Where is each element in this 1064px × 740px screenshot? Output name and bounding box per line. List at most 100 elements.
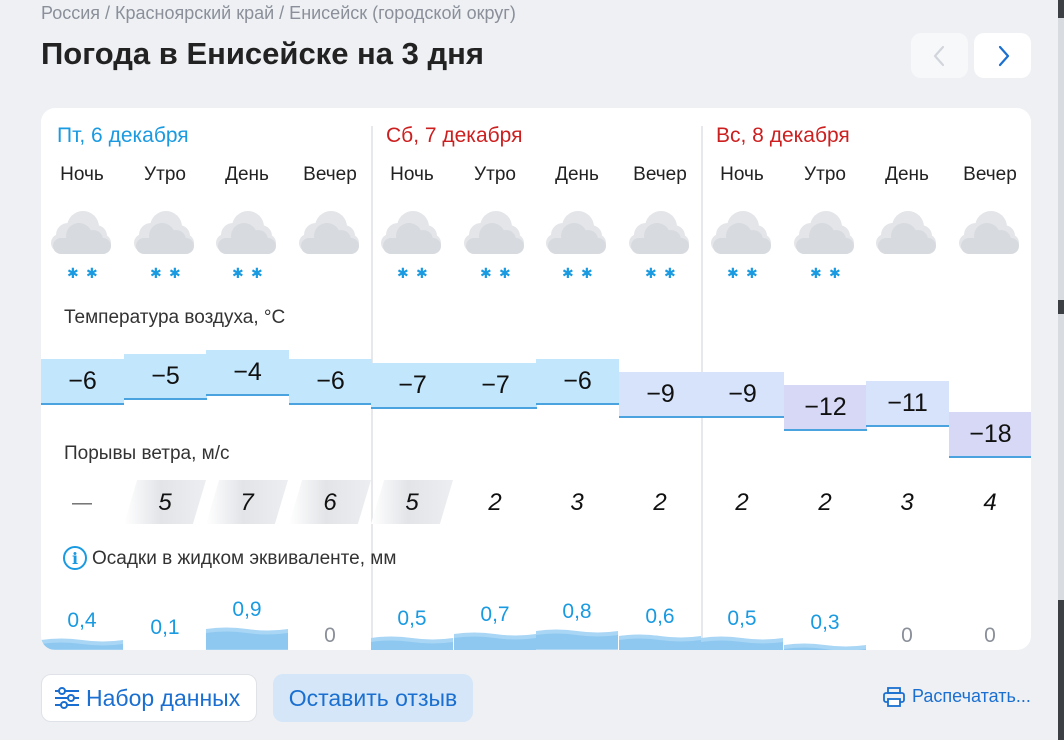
svg-text:✱: ✱: [232, 266, 244, 280]
precip-value: 0,4: [67, 609, 97, 633]
daypart-label: День: [225, 164, 269, 185]
daypart-label: Вечер: [633, 164, 687, 185]
svg-text:✱: ✱: [581, 266, 593, 280]
precip-bar: [124, 644, 206, 650]
daypart-label: Утро: [474, 164, 516, 185]
prev-period-button[interactable]: [911, 33, 968, 78]
cloud-snow-icon: ✱ ✱: [206, 200, 288, 282]
feedback-button[interactable]: Оставить отзыв: [273, 674, 473, 722]
daypart-label: Вечер: [303, 164, 357, 185]
daypart-label: Утро: [804, 164, 846, 185]
next-period-button[interactable]: [974, 33, 1031, 78]
precip-bar: [371, 635, 453, 650]
cloud-snow-icon: ✱ ✱: [454, 200, 536, 282]
page-scrollbar[interactable]: [1058, 0, 1064, 740]
print-link[interactable]: Распечатать...: [883, 686, 1031, 707]
precip-value: 0: [984, 624, 996, 647]
page-title: Погода в Енисейске на 3 дня: [41, 36, 484, 71]
precip-value: 0,3: [810, 611, 840, 635]
dataset-button[interactable]: Набор данных: [41, 674, 257, 722]
svg-text:✱: ✱: [169, 266, 181, 280]
precip-bar: [41, 637, 123, 650]
chevron-right-icon: [998, 45, 1009, 66]
temperature-value: −6: [68, 366, 97, 395]
daypart-label: Ночь: [60, 164, 104, 185]
daypart-label: День: [555, 164, 599, 185]
precip-bar: [206, 626, 288, 650]
svg-text:✱: ✱: [829, 266, 841, 280]
daypart-label: Ночь: [720, 164, 764, 185]
wind-gust-value: 3: [570, 489, 584, 516]
wind-gust-value: 4: [983, 489, 997, 516]
breadcrumb[interactable]: Россия / Красноярский край / Енисейск (г…: [41, 3, 516, 24]
precip-bar: [454, 631, 536, 650]
temperature-section-title: Температура воздуха, °C: [64, 307, 286, 328]
cloud-snow-icon: ✱ ✱: [701, 200, 783, 282]
cloud-snow-icon: ✱ ✱: [536, 200, 618, 282]
day-header-1: Пт, 6 декабря: [57, 124, 189, 147]
sliders-icon: [55, 687, 79, 709]
printer-icon: [883, 686, 905, 707]
temperature-value: −18: [969, 419, 1012, 448]
daypart-label: Ночь: [390, 164, 434, 185]
daypart-label: Утро: [144, 164, 186, 185]
precip-bar: [701, 635, 783, 650]
cloud-moon-icon: [949, 200, 1031, 280]
svg-text:✱: ✱: [251, 266, 263, 280]
wind-gust-value: 5: [405, 489, 419, 516]
temperature-value: −9: [728, 380, 757, 408]
day-header-3: Вс, 8 декабря: [716, 124, 850, 147]
precip-bar: [784, 639, 866, 650]
wind-gust-value: 2: [653, 489, 667, 516]
svg-text:✱: ✱: [562, 266, 574, 280]
temperature-value: −6: [563, 366, 592, 395]
wind-gust-value: 5: [158, 489, 172, 516]
precip-value: 0: [324, 624, 336, 647]
svg-text:✱: ✱: [67, 266, 79, 280]
temperature-value: −9: [646, 380, 675, 408]
forecast-table: Пт, 6 декабря Сб, 7 декабря Вс, 8 декабр…: [41, 108, 1031, 650]
svg-text:✱: ✱: [810, 266, 822, 280]
precip-bar: [619, 633, 701, 650]
precip-value: 0,9: [232, 598, 262, 622]
cloud-snow-icon: ✱ ✱: [41, 200, 123, 282]
svg-text:✱: ✱: [727, 266, 739, 280]
cloud-icon: [289, 200, 371, 280]
precip-value: 0,1: [150, 615, 180, 639]
cloud-snow-icon: ✱ ✱: [784, 200, 866, 282]
cloud-snow-icon: ✱ ✱: [619, 200, 701, 282]
wind-gust-value: 6: [323, 489, 337, 516]
precip-value: 0,7: [480, 602, 510, 626]
dataset-button-label: Набор данных: [86, 684, 241, 711]
temperature-value: −7: [398, 371, 427, 400]
cloud-snow-icon: ✱ ✱: [371, 200, 453, 282]
wind-gust-value: —: [72, 492, 92, 514]
svg-text:✱: ✱: [416, 266, 428, 280]
precip-value: 0,8: [562, 600, 592, 624]
svg-text:✱: ✱: [499, 266, 511, 280]
wind-gust-value: 7: [240, 489, 254, 516]
precip-bar: [536, 628, 618, 650]
precip-section-title: Осадки в жидком эквиваленте, мм: [92, 548, 397, 569]
temperature-value: −5: [151, 362, 180, 391]
svg-text:✱: ✱: [664, 266, 676, 280]
daypart-label: День: [885, 164, 929, 185]
cloud-icon: [866, 200, 948, 280]
temperature-value: −11: [887, 388, 928, 417]
info-icon[interactable]: i: [63, 546, 87, 570]
svg-text:✱: ✱: [150, 266, 162, 280]
precip-value: 0,6: [645, 604, 675, 628]
daypart-label: Вечер: [963, 164, 1017, 185]
temperature-value: −6: [316, 366, 345, 395]
print-link-label: Распечатать...: [912, 686, 1031, 706]
svg-text:✱: ✱: [746, 266, 758, 280]
temperature-value: −7: [481, 371, 510, 400]
temperature-value: −12: [804, 393, 847, 422]
day-header-2: Сб, 7 декабря: [386, 124, 523, 147]
wind-gust-value: 2: [488, 489, 502, 516]
svg-text:✱: ✱: [397, 266, 409, 280]
temperature-value: −4: [233, 358, 262, 386]
wind-gust-value: 2: [818, 489, 832, 516]
svg-text:✱: ✱: [645, 266, 657, 280]
wind-gust-value: 2: [735, 489, 749, 516]
